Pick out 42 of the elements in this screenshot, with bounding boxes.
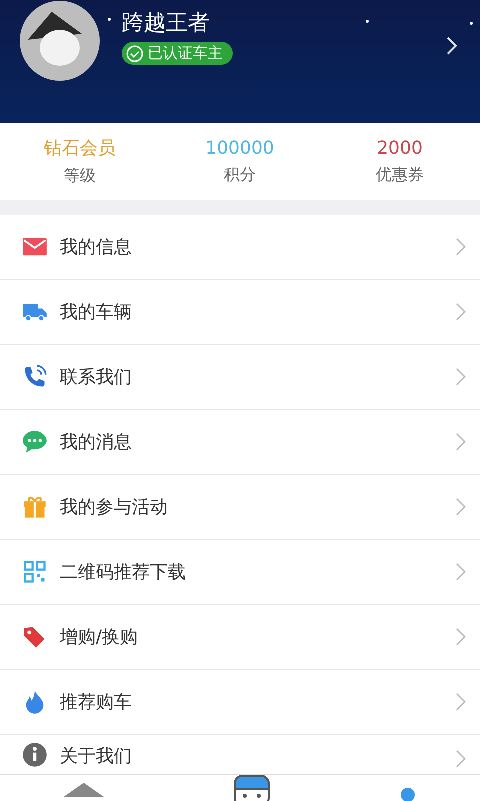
- chevron-right-icon: [456, 628, 466, 646]
- menu-item[interactable]: 我的消息: [0, 410, 480, 475]
- menu-item[interactable]: 关于我们: [0, 735, 480, 774]
- chevron-right-icon: [456, 433, 466, 451]
- chevron-right-icon: [456, 750, 466, 768]
- chevron-right-icon[interactable]: [446, 36, 458, 56]
- menu-item[interactable]: 我的参与活动: [0, 475, 480, 540]
- menu-item[interactable]: 联系我们: [0, 345, 480, 410]
- menu-label: 二维码推荐下载: [60, 561, 187, 584]
- check-circle-icon: [126, 44, 144, 62]
- stat-value: 钻石会员: [44, 137, 116, 160]
- menu-item[interactable]: 二维码推荐下载: [0, 540, 480, 605]
- menu-label: 我的信息: [60, 236, 133, 259]
- verified-badge: 已认证车主: [122, 42, 233, 65]
- chevron-right-icon: [456, 368, 466, 386]
- menu-label: 联系我们: [60, 366, 133, 389]
- menu-label: 关于我们: [60, 745, 133, 768]
- menu-label: 我的消息: [60, 431, 133, 454]
- gift-icon: [22, 494, 48, 520]
- menu-label: 增购/换购: [60, 626, 140, 649]
- stat-value: 100000: [206, 138, 274, 158]
- qr-code-icon: [22, 559, 48, 585]
- menu-label: 我的车辆: [60, 301, 133, 324]
- menu-label: 推荐购车: [60, 691, 133, 714]
- user-name: 跨越王者: [122, 10, 210, 38]
- info-icon: [22, 742, 48, 768]
- chat-bubble-icon: [22, 429, 48, 455]
- chevron-right-icon: [456, 693, 466, 711]
- menu-label: 我的参与活动: [60, 496, 169, 519]
- menu-item[interactable]: 增购/换购: [0, 605, 480, 670]
- menu-item[interactable]: 推荐购车: [0, 670, 480, 735]
- stat-label: 等级: [64, 166, 96, 187]
- stat-label: 优惠券: [376, 164, 424, 186]
- stat-label: 积分: [224, 164, 256, 186]
- chevron-right-icon: [456, 498, 466, 516]
- chevron-right-icon: [456, 303, 466, 321]
- chevron-right-icon: [456, 563, 466, 581]
- menu-item[interactable]: 我的车辆: [0, 280, 480, 345]
- profile-header[interactable]: 跨越王者 已认证车主: [0, 0, 480, 123]
- chevron-right-icon: [456, 238, 466, 256]
- menu-item[interactable]: 我的信息: [0, 215, 480, 280]
- stat-value: 2000: [377, 138, 423, 158]
